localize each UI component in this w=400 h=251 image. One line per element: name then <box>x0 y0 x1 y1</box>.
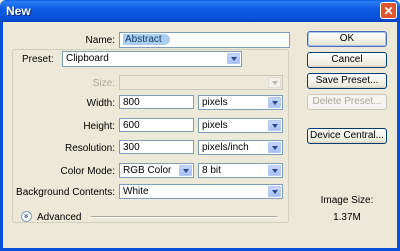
resolution-unit-select[interactable]: pixels/inch <box>198 140 283 155</box>
name-input[interactable]: Abstract <box>119 32 290 48</box>
chevron-down-icon <box>268 77 281 88</box>
save-preset-button[interactable]: Save Preset... <box>307 73 387 89</box>
height-unit-value: pixels <box>202 120 228 131</box>
color-mode-value: RGB Color <box>123 165 172 176</box>
title-bar[interactable]: New ✕ <box>0 0 400 22</box>
size-select[interactable] <box>119 75 283 90</box>
bit-depth-value: 8 bit <box>202 165 221 176</box>
ok-button[interactable]: OK <box>307 31 387 47</box>
height-label: Height: <box>83 121 115 132</box>
device-central-button[interactable]: Device Central... <box>307 128 387 144</box>
size-label: Size: <box>92 78 115 89</box>
height-input[interactable]: 600 <box>119 118 194 132</box>
background-contents-label: Background Contents: <box>16 187 115 198</box>
chevron-down-icon <box>179 165 192 176</box>
chevron-down-icon <box>268 142 281 153</box>
width-input[interactable]: 800 <box>119 95 194 109</box>
close-icon: ✕ <box>383 4 394 18</box>
width-label: Width: <box>86 98 115 109</box>
resolution-label: Resolution: <box>64 143 115 154</box>
chevron-down-icon <box>268 120 281 131</box>
advanced-divider <box>91 216 277 218</box>
name-label: Name: <box>85 35 115 46</box>
bit-depth-select[interactable]: 8 bit <box>198 163 283 178</box>
width-unit-value: pixels <box>202 97 228 108</box>
color-mode-label: Color Mode: <box>60 166 115 177</box>
advanced-label[interactable]: Advanced <box>37 212 81 223</box>
image-size-value: 1.37M <box>333 212 361 223</box>
preset-label: Preset: <box>20 54 64 65</box>
width-unit-select[interactable]: pixels <box>198 95 283 110</box>
cancel-button[interactable]: Cancel <box>307 52 387 68</box>
chevron-down-icon <box>268 97 281 108</box>
background-contents-select[interactable]: White <box>119 184 283 199</box>
preset-select[interactable]: Clipboard <box>62 51 242 67</box>
resolution-input[interactable]: 300 <box>119 140 194 154</box>
resolution-unit-value: pixels/inch <box>202 142 249 153</box>
chevron-down-icon <box>227 53 240 64</box>
height-unit-select[interactable]: pixels <box>198 118 283 133</box>
preset-value: Clipboard <box>66 53 109 64</box>
chevron-down-icon <box>268 186 281 197</box>
chevron-down-icon <box>268 165 281 176</box>
window-title: New <box>6 4 31 18</box>
advanced-toggle-glyph: » <box>22 213 32 219</box>
color-mode-select[interactable]: RGB Color <box>119 163 194 178</box>
name-selection: Abstract <box>123 34 170 45</box>
background-contents-value: White <box>123 186 149 197</box>
close-button[interactable]: ✕ <box>380 2 397 19</box>
image-size-label: Image Size: <box>320 195 374 206</box>
delete-preset-button[interactable]: Delete Preset... <box>307 94 387 110</box>
chevron-double-down-icon[interactable]: » <box>21 211 32 222</box>
